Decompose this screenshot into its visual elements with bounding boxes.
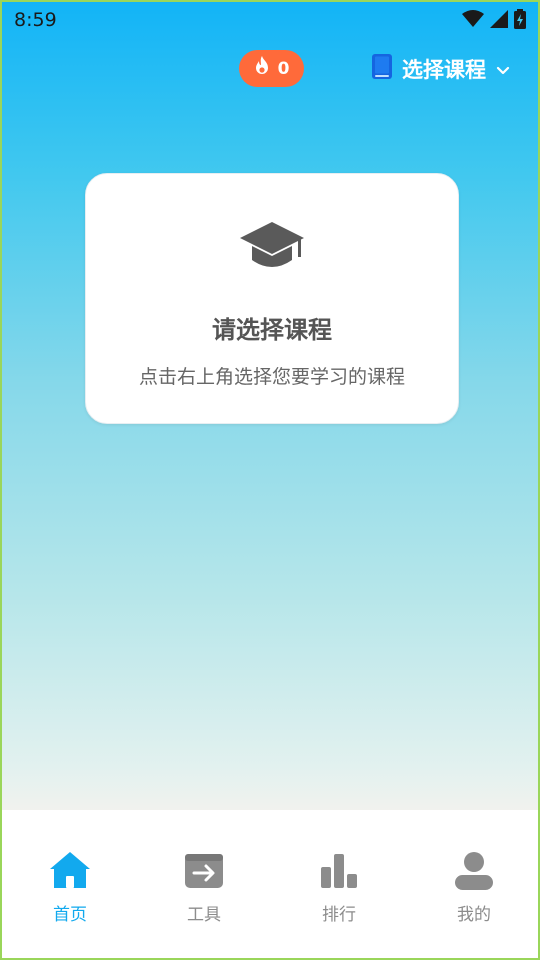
empty-state-card: 请选择课程 点击右上角选择您要学习的课程: [85, 173, 459, 424]
bottom-navigation: 首页 工具 排行 我的: [2, 810, 538, 958]
streak-count: 0: [277, 58, 290, 79]
ranking-icon: [319, 850, 359, 894]
app-screen: 8:59 0 选择课程 请选择课程 点击右上角选择您要学习的课程 首页 工具 排…: [0, 0, 540, 960]
nav-item-ranking[interactable]: 排行: [289, 850, 389, 930]
profile-icon: [454, 850, 494, 894]
chevron-down-icon: [496, 57, 510, 81]
nav-item-tools[interactable]: 工具: [154, 850, 254, 930]
nav-label-home: 首页: [53, 905, 87, 925]
home-icon: [50, 850, 90, 894]
nav-label-tools: 工具: [187, 905, 221, 925]
course-select-label: 选择课程: [402, 58, 486, 82]
course-select-dropdown[interactable]: 选择课程: [372, 54, 510, 84]
card-subtitle: 点击右上角选择您要学习的课程: [138, 366, 405, 388]
wifi-icon: [462, 10, 484, 28]
flame-icon: [254, 56, 270, 81]
book-icon: [372, 54, 392, 84]
nav-item-home[interactable]: 首页: [20, 850, 120, 930]
nav-label-profile: 我的: [457, 905, 491, 925]
status-time: 8:59: [14, 9, 57, 31]
streak-badge[interactable]: 0: [239, 50, 304, 87]
nav-label-ranking: 排行: [322, 905, 356, 925]
status-icons: [462, 9, 526, 29]
status-bar: 8:59: [2, 2, 538, 42]
battery-charging-icon: [514, 9, 526, 29]
graduation-cap-icon: [238, 218, 306, 278]
nav-item-profile[interactable]: 我的: [424, 850, 524, 930]
card-title: 请选择课程: [212, 316, 332, 344]
tools-icon: [184, 850, 224, 894]
signal-icon: [490, 10, 508, 28]
